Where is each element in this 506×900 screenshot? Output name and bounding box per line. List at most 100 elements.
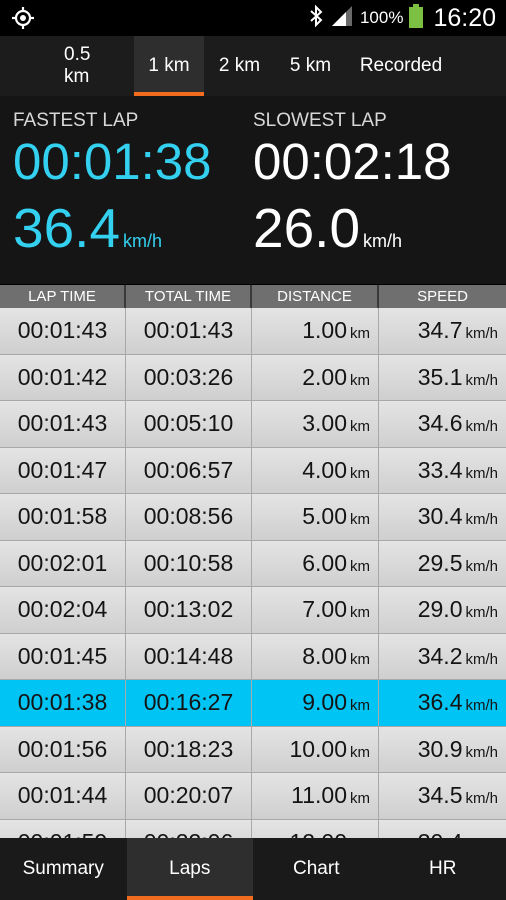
distance-cell: 3.00 km	[252, 401, 379, 447]
lap-time-cell-value: 00:01:38	[17, 689, 108, 716]
slowest-lap-label: SLOWEST LAP	[253, 110, 387, 131]
laps-table-header: LAP TIME TOTAL TIME DISTANCE SPEED	[0, 285, 506, 308]
speed-cell-unit: km/h	[465, 604, 498, 622]
speed-cell: 34.7 km/h	[379, 308, 506, 354]
distance-cell-unit: km	[350, 650, 370, 668]
speed-cell-value: 29.0	[417, 596, 463, 623]
table-row[interactable]: 00:01:45 00:14:48 8.00 km 34.2 km/h	[0, 633, 506, 680]
fastest-lap-speed-value: 36.4	[13, 197, 121, 259]
lap-summary: FASTEST LAP 00:01:38 36.4 km/h SLOWEST LA…	[0, 96, 506, 284]
table-row[interactable]: 00:01:43 00:05:10 3.00 km 34.6 km/h	[0, 401, 506, 448]
total-time-cell: 00:22:06	[126, 819, 252, 838]
bottom-tabs: Summary Laps Chart HR	[0, 838, 506, 900]
lap-time-cell: 00:01:45	[0, 633, 126, 679]
total-time-cell: 00:18:23	[126, 726, 252, 772]
speed-cell-unit: km/h	[465, 743, 498, 761]
tab-hr[interactable]: HR	[380, 838, 506, 900]
distance-cell: 8.00 km	[252, 633, 379, 679]
speed-cell-unit: km/h	[465, 418, 498, 436]
distance-cell-unit: km	[350, 418, 370, 436]
tab-summary[interactable]: Summary	[0, 838, 127, 900]
tab-laps[interactable]: Laps	[126, 838, 253, 900]
lap-time-cell: 00:01:59	[0, 819, 126, 838]
distance-cell-value: 11.00	[291, 782, 347, 809]
header-speed[interactable]: SPEED	[379, 285, 506, 308]
fastest-lap-time: 00:01:38	[13, 133, 212, 190]
lap-time-cell: 00:02:04	[0, 587, 126, 633]
total-time-cell-value: 00:10:58	[143, 549, 234, 576]
total-time-cell: 00:08:56	[126, 494, 252, 540]
table-row[interactable]: 00:01:58 00:08:56 5.00 km 30.4 km/h	[0, 494, 506, 541]
battery-icon	[409, 3, 424, 33]
total-time-cell: 00:16:27	[126, 680, 252, 726]
header-total-time[interactable]: TOTAL TIME	[126, 285, 252, 308]
speed-cell-value: 34.2	[417, 642, 463, 669]
table-row[interactable]: 00:01:43 00:01:43 1.00 km 34.7 km/h	[0, 308, 506, 355]
laps-table[interactable]: 00:01:43 00:01:43 1.00 km 34.7 km/h 00:01:42 00…	[0, 308, 506, 838]
table-row[interactable]: 00:02:04 00:13:02 7.00 km 29.0 km/h	[0, 587, 506, 634]
distance-cell-value: 2.00	[302, 363, 347, 390]
total-time-cell: 00:01:43	[126, 308, 252, 354]
total-time-cell-value: 00:18:23	[143, 735, 234, 762]
speed-cell: 34.5 km/h	[379, 773, 506, 819]
lap-time-cell-value: 00:01:44	[17, 782, 108, 809]
total-time-cell-value: 00:16:27	[143, 689, 234, 716]
tab-1-km[interactable]: 1 km	[134, 36, 204, 96]
table-row[interactable]: 00:02:01 00:10:58 6.00 km 29.5 km/h	[0, 540, 506, 587]
speed-cell: 34.6 km/h	[379, 401, 506, 447]
distance-cell-value: 7.00	[302, 596, 347, 623]
lap-time-cell: 00:01:47	[0, 447, 126, 493]
speed-cell: 35.1 km/h	[379, 355, 506, 401]
distance-cell-unit: km	[350, 325, 370, 343]
distance-cell-value: 9.00	[302, 689, 347, 716]
slowest-lap-speed: 26.0 km/h	[253, 196, 402, 260]
table-row[interactable]: 00:01:42 00:03:26 2.00 km 35.1 km/h	[0, 354, 506, 401]
lap-time-cell: 00:01:38	[0, 680, 126, 726]
fastest-lap-label: FASTEST LAP	[13, 110, 139, 131]
speed-cell-unit: km/h	[465, 790, 498, 808]
distance-cell-value: 12.00	[289, 829, 347, 838]
distance-cell-unit: km	[350, 511, 370, 529]
table-row[interactable]: 00:01:59 00:22:06 12.00km30.4km/h	[0, 819, 506, 838]
table-row[interactable]: 00:01:38 00:16:27 9.00 km 36.4 km/h	[0, 680, 506, 727]
bluetooth-icon	[308, 4, 324, 33]
speed-cell: 30.4km/h	[379, 494, 506, 540]
lap-time-cell-value: 00:02:01	[17, 549, 108, 576]
distance-cell: 5.00 km	[252, 494, 379, 540]
distance-cell-value: 3.00	[302, 410, 347, 437]
total-time-cell-value: 00:03:26	[143, 363, 234, 390]
distance-cell: 2.00 km	[252, 354, 379, 400]
header-distance[interactable]: DISTANCE	[252, 285, 379, 308]
distance-cell: 12.00km	[252, 819, 379, 838]
distance-cell-value: 4.00	[302, 456, 347, 483]
tab-2-km[interactable]: 2 km	[204, 36, 275, 96]
speed-cell: 29.0 km/h	[379, 587, 506, 633]
tab-0-5-km[interactable]: 0.5 km	[50, 36, 134, 96]
lap-time-cell-value: 00:01:47	[17, 456, 108, 483]
lap-time-cell: 00:01:42	[0, 354, 126, 400]
speed-cell-unit: km/h	[465, 511, 498, 529]
distance-cell: 7.00 km	[252, 587, 379, 633]
speed-cell-unit: km/h	[465, 557, 498, 575]
table-row[interactable]: 00:01:44 00:20:07 11.00 km 34.5 km/h	[0, 773, 506, 820]
total-time-cell: 00:05:10	[126, 401, 252, 447]
tab-recorded[interactable]: Recorded	[346, 36, 456, 96]
tab-chart[interactable]: Chart	[253, 838, 380, 900]
table-row[interactable]: 00:01:56 00:18:23 10.00 km 30.9 km/h	[0, 726, 506, 773]
distance-cell: 6.00 km	[252, 540, 379, 586]
distance-cell: 1.00 km	[252, 308, 379, 354]
distance-cell-value: 8.00	[302, 642, 347, 669]
speed-cell-value: 36.4	[417, 689, 463, 716]
speed-cell: 34.2 km/h	[379, 634, 506, 680]
speed-cell: 33.4 km/h	[379, 448, 506, 494]
table-row[interactable]: 00:01:47 00:06:57 4.00 km 33.4 km/h	[0, 447, 506, 494]
clock: 16:20	[433, 3, 496, 32]
speed-cell-value: 34.7	[417, 317, 463, 344]
lap-time-cell-value: 00:01:42	[17, 363, 108, 390]
distance-cell-unit: km	[350, 743, 370, 761]
tab-5-km[interactable]: 5 km	[275, 36, 346, 96]
header-lap-time[interactable]: LAP TIME	[0, 285, 126, 308]
lap-distance-tabs: 0.5 km 1 km 2 km 5 km Recorded	[0, 36, 506, 96]
distance-cell-value: 6.00	[302, 549, 347, 576]
lap-time-cell: 00:01:43	[0, 401, 126, 447]
